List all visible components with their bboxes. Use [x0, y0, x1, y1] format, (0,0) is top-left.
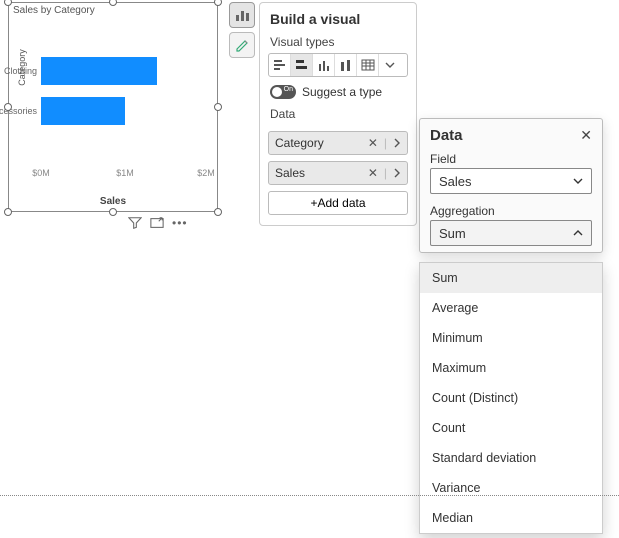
aggregation-option-maximum[interactable]: Maximum	[420, 353, 602, 383]
canvas-boundary-line	[0, 495, 619, 496]
bar-chart-icon	[234, 7, 250, 23]
data-field-label: Category	[275, 136, 324, 150]
vis-type-more-dropdown[interactable]	[379, 54, 401, 76]
field-select-value: Sales	[439, 174, 472, 189]
aggregation-dropdown-list: Sum Average Minimum Maximum Count (Disti…	[419, 262, 603, 534]
aggregation-select[interactable]: Sum	[430, 220, 592, 246]
chevron-up-icon	[573, 228, 583, 238]
build-visual-tab-button[interactable]	[229, 2, 255, 28]
field-label: Field	[420, 148, 602, 168]
aggregation-option-average[interactable]: Average	[420, 293, 602, 323]
build-visual-pane: Build a visual Visual types On Suggest a…	[259, 2, 417, 226]
pane-switcher	[229, 2, 255, 58]
x-tick-0: $0M	[32, 168, 50, 178]
aggregation-option-count-distinct[interactable]: Count (Distinct)	[420, 383, 602, 413]
visual-types-label: Visual types	[260, 33, 416, 53]
resize-handle-w[interactable]	[4, 103, 12, 111]
visual-action-bar: •••	[128, 216, 188, 230]
data-field-popup: Data ✕ Field Sales Aggregation Sum	[419, 118, 603, 253]
suggest-type-toggle[interactable]: On	[270, 85, 296, 99]
vis-type-clustered-bar[interactable]	[291, 54, 313, 76]
x-axis-title: Sales	[9, 196, 217, 207]
field-context-menu-icon[interactable]	[393, 168, 401, 178]
chevron-down-icon	[385, 60, 395, 70]
bar-clothing	[41, 57, 157, 85]
field-select[interactable]: Sales	[430, 168, 592, 194]
visual-type-picker	[268, 53, 408, 77]
bar-accessories	[41, 97, 125, 125]
data-field-label: Sales	[275, 166, 305, 180]
category-label-0: Clothing	[0, 66, 37, 76]
bar-chart-visual[interactable]: Sales by Category Category Clothing Acce…	[8, 2, 218, 212]
aggregation-option-count[interactable]: Count	[420, 413, 602, 443]
plot-area: Category Clothing Accessories	[41, 45, 209, 163]
more-options-icon[interactable]: •••	[172, 216, 188, 230]
chevron-right-icon	[393, 138, 401, 148]
aggregation-option-variance[interactable]: Variance	[420, 473, 602, 503]
data-field-category[interactable]: Category ✕ |	[268, 131, 408, 155]
vis-type-column[interactable]	[313, 54, 335, 76]
x-tick-1: $1M	[116, 168, 134, 178]
visual-selection-bounds[interactable]: Sales by Category Category Clothing Acce…	[8, 2, 218, 212]
aggregation-option-median[interactable]: Median	[420, 503, 602, 533]
x-tick-2: $2M	[197, 168, 215, 178]
resize-handle-sw[interactable]	[4, 208, 12, 216]
remove-field-icon[interactable]: ✕	[368, 136, 378, 150]
paintbrush-icon	[234, 37, 250, 53]
add-data-button[interactable]: +Add data	[268, 191, 408, 215]
data-section-label: Data	[260, 105, 416, 125]
chevron-down-icon	[573, 176, 583, 186]
data-popup-title: Data	[430, 127, 463, 144]
vis-type-table[interactable]	[357, 54, 379, 76]
chevron-right-icon	[393, 168, 401, 178]
x-axis-ticks: $0M $1M $2M	[41, 168, 209, 180]
filter-icon[interactable]	[128, 216, 142, 230]
aggregation-label: Aggregation	[420, 200, 602, 220]
vis-type-stacked-column[interactable]	[335, 54, 357, 76]
format-visual-tab-button[interactable]	[229, 32, 255, 58]
resize-handle-ne[interactable]	[214, 0, 222, 6]
data-field-sales[interactable]: Sales ✕ |	[268, 161, 408, 185]
resize-handle-s[interactable]	[109, 208, 117, 216]
resize-handle-se[interactable]	[214, 208, 222, 216]
field-context-menu-icon[interactable]	[393, 138, 401, 148]
vis-type-stacked-bar[interactable]	[269, 54, 291, 76]
close-icon[interactable]: ✕	[580, 127, 592, 144]
remove-field-icon[interactable]: ✕	[368, 166, 378, 180]
aggregation-select-value: Sum	[439, 226, 466, 241]
aggregation-option-stddev[interactable]: Standard deviation	[420, 443, 602, 473]
focus-mode-icon[interactable]	[150, 216, 164, 230]
suggest-type-row: On Suggest a type	[260, 77, 416, 105]
build-pane-title: Build a visual	[260, 3, 416, 33]
resize-handle-e[interactable]	[214, 103, 222, 111]
data-fields-section: Category ✕ | Sales ✕ | +Add data	[260, 131, 416, 215]
aggregation-option-sum[interactable]: Sum	[420, 263, 602, 293]
suggest-type-label: Suggest a type	[302, 85, 382, 99]
aggregation-option-minimum[interactable]: Minimum	[420, 323, 602, 353]
